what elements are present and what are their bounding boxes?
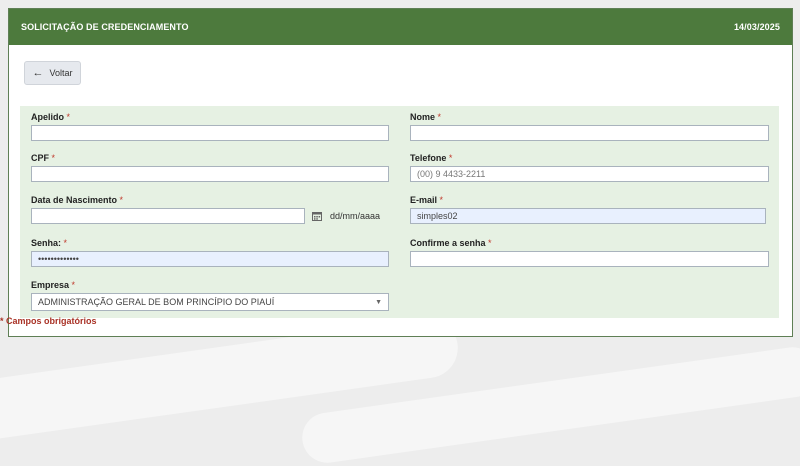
confirme-senha-field: Confirme a senha * bbox=[410, 237, 769, 267]
date-format-hint: dd/mm/aaaa bbox=[330, 211, 381, 221]
nome-field: Nome * bbox=[410, 111, 769, 141]
page-header: SOLICITAÇÃO DE CREDENCIAMENTO 14/03/2025 bbox=[9, 9, 792, 45]
nome-input[interactable] bbox=[410, 125, 769, 141]
nascimento-input[interactable] bbox=[31, 208, 305, 224]
cpf-label: CPF * bbox=[31, 153, 56, 163]
header-date: 14/03/2025 bbox=[733, 22, 780, 32]
back-button[interactable]: ← Voltar bbox=[24, 61, 81, 85]
empresa-selected-value: ADMINISTRAÇÃO GERAL DE BOM PRINCÍPIO DO … bbox=[38, 297, 275, 307]
empresa-select[interactable]: ADMINISTRAÇÃO GERAL DE BOM PRINCÍPIO DO … bbox=[31, 293, 389, 311]
calendar-icon[interactable] bbox=[312, 211, 322, 221]
arrow-left-icon: ← bbox=[32, 66, 44, 79]
apelido-input[interactable] bbox=[31, 125, 389, 141]
nome-label: Nome * bbox=[410, 112, 442, 122]
senha-label: Senha: * bbox=[31, 238, 68, 248]
empresa-field: Empresa * ADMINISTRAÇÃO GERAL DE BOM PRI… bbox=[31, 279, 389, 311]
page-title: SOLICITAÇÃO DE CREDENCIAMENTO bbox=[21, 22, 189, 32]
chevron-down-icon: ▼ bbox=[375, 298, 382, 306]
telefone-input[interactable]: (00) 9 4433-2211 bbox=[410, 166, 769, 182]
telefone-label: Telefone * bbox=[410, 153, 453, 163]
apelido-label: Apelido * bbox=[31, 112, 71, 122]
nascimento-field: Data de Nascimento * dd/mm/aaaa bbox=[31, 194, 396, 224]
senha-input[interactable]: ••••••••••••• bbox=[31, 251, 389, 267]
back-button-label: Voltar bbox=[49, 68, 73, 78]
registration-panel: SOLICITAÇÃO DE CREDENCIAMENTO 14/03/2025… bbox=[8, 8, 793, 337]
email-input[interactable]: simples02 bbox=[410, 208, 766, 224]
nascimento-label: Data de Nascimento * bbox=[31, 195, 124, 205]
registration-form: Apelido * Nome * CPF * Telefone * (00) 9… bbox=[20, 106, 779, 318]
confirme-senha-label: Confirme a senha * bbox=[410, 238, 492, 248]
cpf-field: CPF * bbox=[31, 152, 389, 182]
email-field: E-mail * simples02 bbox=[410, 194, 766, 224]
required-fields-note: * Campos obrigatórios bbox=[0, 316, 97, 326]
apelido-field: Apelido * bbox=[31, 111, 389, 141]
email-label: E-mail * bbox=[410, 195, 444, 205]
cpf-input[interactable] bbox=[31, 166, 389, 182]
confirme-senha-input[interactable] bbox=[410, 251, 769, 267]
empresa-label: Empresa * bbox=[31, 280, 76, 290]
telefone-field: Telefone * (00) 9 4433-2211 bbox=[410, 152, 769, 182]
senha-field: Senha: * ••••••••••••• bbox=[31, 237, 389, 267]
